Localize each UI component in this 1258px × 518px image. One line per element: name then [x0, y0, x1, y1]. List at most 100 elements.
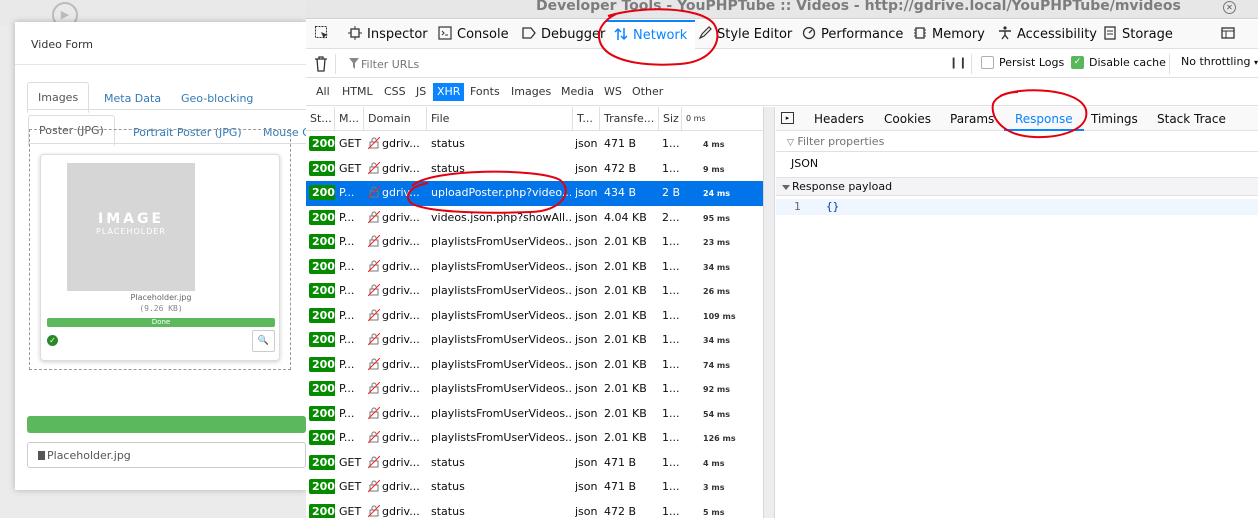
tab-storage[interactable]: Storage [1103, 20, 1173, 49]
request-cell: 109 ms [703, 304, 761, 328]
col-size[interactable]: Siz [659, 107, 682, 131]
type-images[interactable]: Images [507, 83, 555, 101]
request-cell: 200 [309, 230, 335, 254]
col-type[interactable]: T... [573, 107, 600, 131]
type-xhr[interactable]: XHR [433, 83, 465, 101]
table-row[interactable]: 200 P... gdriv... videos.json.php?showAll..… [306, 206, 763, 231]
table-row[interactable]: 200 GET gdriv... status json 471 B 1... 4 ms [306, 451, 763, 476]
request-size: 1... [662, 137, 680, 150]
file-icon [38, 451, 45, 460]
tab-stack-trace[interactable]: Stack Trace [1157, 107, 1226, 131]
inspector-icon [348, 26, 362, 40]
tab-meta-data[interactable]: Meta Data [104, 92, 161, 105]
table-row[interactable]: 200 P... gdriv... playlistsFromUserVideos..… [306, 402, 763, 427]
persist-logs-checkbox[interactable] [981, 56, 994, 69]
type-html[interactable]: HTML [338, 83, 377, 101]
type-media[interactable]: Media [557, 83, 598, 101]
request-transferred: 2.01 KB [604, 382, 647, 395]
tab-debugger[interactable]: Debugger [522, 20, 605, 49]
request-domain: gdriv... [382, 210, 420, 224]
col-domain[interactable]: Domain [364, 107, 427, 131]
toggle-sidebar-icon[interactable]: ▸ [781, 112, 794, 124]
tab-geo-blocking[interactable]: Geo-blocking [181, 92, 253, 105]
request-cell: 9 ms [703, 157, 761, 181]
zoom-icon[interactable]: 🔍 [252, 330, 275, 352]
insecure-lock-icon [368, 308, 380, 321]
request-type: json [575, 504, 598, 518]
dock-icon[interactable] [1221, 20, 1235, 49]
tab-params[interactable]: Params [950, 107, 994, 131]
tab-accessibility[interactable]: Accessibility [998, 20, 1097, 49]
tab-style-editor[interactable]: Style Editor [698, 20, 792, 49]
tab-performance-label: Performance [821, 27, 904, 42]
table-row[interactable]: 200 P... gdriv... playlistsFromUserVideos..… [306, 426, 763, 451]
request-transferred: 2.01 KB [604, 357, 647, 371]
table-row[interactable]: 200 GET gdriv... status json 471 B 1... 3 ms [306, 475, 763, 500]
filter-properties-bar[interactable]: ▽ Filter properties [776, 132, 1258, 152]
table-row[interactable]: 200 P... gdriv... playlistsFromUserVideos..… [306, 230, 763, 255]
trash-icon[interactable] [314, 56, 328, 75]
filter-urls-input[interactable] [361, 54, 921, 74]
type-all[interactable]: All [312, 83, 334, 101]
request-file: playlistsFromUserVideos... [431, 284, 571, 297]
request-cell: 54 ms [703, 402, 761, 426]
request-file: status [431, 504, 465, 518]
tab-inspector[interactable]: Inspector [348, 20, 428, 49]
tab-console[interactable]: Console [438, 20, 509, 49]
request-method: P... [339, 259, 355, 273]
disable-cache-checkbox[interactable]: ✓ [1071, 56, 1084, 69]
col-file[interactable]: File [427, 107, 573, 131]
request-size: 2 B [662, 186, 681, 199]
payload-code[interactable]: {} [826, 199, 839, 215]
table-row[interactable]: 200 P... gdriv... playlistsFromUserVideos..… [306, 279, 763, 304]
request-cell: gdriv... [368, 402, 426, 426]
request-cell: 92 ms [703, 377, 761, 401]
request-time: 54 ms [703, 409, 731, 419]
request-domain: gdriv... [382, 308, 420, 322]
request-file: playlistsFromUserVideos... [431, 333, 571, 346]
panel-splitter[interactable] [763, 107, 775, 518]
file-input[interactable]: Placeholder.jpg [27, 442, 306, 468]
request-size: 1... [662, 259, 680, 273]
table-row[interactable]: 200 P... gdriv... uploadPoster.php?video...… [306, 181, 763, 206]
request-size: 1... [662, 333, 680, 346]
element-picker-icon[interactable] [314, 20, 330, 49]
col-status[interactable]: St... [306, 107, 335, 131]
col-transferred[interactable]: Transfe... [600, 107, 659, 131]
type-css[interactable]: CSS [380, 83, 410, 101]
tab-headers[interactable]: Headers [814, 107, 864, 131]
type-js[interactable]: JS [412, 83, 430, 101]
tab-performance[interactable]: Performance [802, 20, 903, 49]
type-other[interactable]: Other [628, 83, 667, 101]
tab-timings[interactable]: Timings [1091, 107, 1138, 131]
status-badge: 200 [309, 503, 335, 518]
table-row[interactable]: 200 P... gdriv... playlistsFromUserVideos..… [306, 377, 763, 402]
request-time: 3 ms [703, 483, 725, 492]
details-tabs: ▸ Headers Cookies Params Response Timing… [776, 107, 1258, 131]
table-row[interactable]: 200 GET gdriv... status json 471 B 1... 4 ms [306, 132, 763, 157]
table-row[interactable]: 200 P... gdriv... playlistsFromUserVideos..… [306, 328, 763, 353]
close-icon[interactable]: ✕ [1223, 1, 1236, 14]
table-row[interactable]: 200 P... gdriv... playlistsFromUserVideos..… [306, 255, 763, 280]
type-ws[interactable]: WS [600, 83, 626, 101]
table-row[interactable]: 200 GET gdriv... status json 472 B 1... 9 ms [306, 157, 763, 182]
request-domain: gdriv... [382, 406, 420, 420]
tab-network[interactable]: Network [606, 20, 696, 49]
throttling-select[interactable]: No throttling ▾ [1181, 55, 1258, 68]
pause-icon[interactable]: ❙❙ [949, 56, 967, 69]
table-row[interactable]: 200 P... gdriv... playlistsFromUserVideos..… [306, 304, 763, 329]
tab-cookies[interactable]: Cookies [884, 107, 931, 131]
col-waterfall[interactable]: 0 ms [682, 107, 763, 131]
table-row[interactable]: 200 GET gdriv... status json 472 B 1... 5 ms [306, 500, 763, 518]
response-payload-header[interactable]: Response payload [776, 177, 1258, 196]
col-method[interactable]: M... [335, 107, 364, 131]
request-cell: 200 [309, 304, 335, 328]
request-transferred: 2.01 KB [604, 235, 647, 248]
persist-logs-label: Persist Logs [999, 56, 1065, 69]
table-row[interactable]: 200 P... gdriv... playlistsFromUserVideos..… [306, 353, 763, 378]
request-type: json [575, 431, 598, 444]
filter-icon: ▽ [787, 138, 794, 148]
tab-response[interactable]: Response [1004, 107, 1084, 131]
type-fonts[interactable]: Fonts [466, 83, 504, 101]
tab-memory[interactable]: Memory [913, 20, 985, 49]
